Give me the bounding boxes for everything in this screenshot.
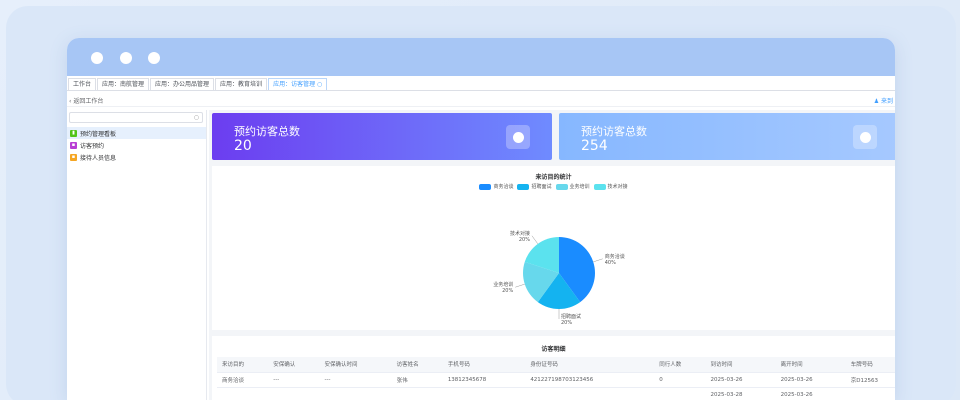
pie-label-line	[593, 258, 603, 263]
tab-bar: 工作台 应用：南航管理 应用：办公用品管理 应用：教育培训 应用：访客管理 ○	[67, 77, 895, 91]
table-cell: 商务洽谈	[217, 372, 269, 388]
table-cell: 2025-03-26	[775, 372, 846, 388]
stat-label: 预约访客总数	[581, 125, 647, 138]
back-label: 返回工作台	[73, 98, 104, 105]
pie-data-label: 20%	[519, 237, 530, 243]
column-header[interactable]: 来访目的	[217, 357, 269, 373]
sidebar: ○ ▮ 预约管理看板 ▪ 访客预约 ▪ 接待人员信息	[67, 110, 207, 400]
visit-purpose-chart-card: 来访目的统计 商务洽谈 招聘面试 业务培训 技术对接 商务洽谈 40% 招聘面试 20% 业务…	[212, 166, 895, 330]
table-cell	[654, 387, 706, 400]
sidebar-item-label: 接待人员信息	[80, 154, 117, 162]
pie-data-label: 招聘面试	[561, 313, 581, 320]
column-header[interactable]: 身份证号码	[525, 357, 655, 373]
pie-label-line	[531, 235, 539, 245]
pie-data-label: 商务洽谈	[605, 253, 625, 260]
pie-label-line	[515, 283, 525, 288]
sidebar-item-label: 预约管理看板	[80, 130, 117, 138]
sidebar-item-reception-staff[interactable]: ▪ 接待人员信息	[67, 151, 206, 163]
window-dot-3	[148, 52, 160, 64]
pie-chart: 商务洽谈40%招聘面试20%业务培训20%技术对接20%	[493, 230, 625, 326]
table-cell: ---	[319, 372, 392, 388]
tab-app-2[interactable]: 应用：办公用品管理	[150, 78, 215, 90]
tab-app-1[interactable]: 应用：南航管理	[97, 78, 150, 90]
sidebar-item-dashboard[interactable]: ▮ 预约管理看板	[67, 127, 206, 139]
table-cell: 421227198703123456	[525, 372, 655, 388]
window-dot-1	[91, 52, 103, 64]
stat-label: 预约访客总数	[234, 125, 300, 138]
search-icon: ○	[193, 114, 199, 121]
pie-data-label: 40%	[605, 260, 616, 266]
table-cell: 京D12563	[845, 372, 895, 388]
column-header[interactable]: 同行人数	[654, 357, 706, 373]
table-cell	[525, 387, 655, 400]
table-cell	[319, 387, 392, 400]
table-cell	[391, 387, 443, 400]
tab-app-3[interactable]: 应用：教育培训	[215, 78, 268, 90]
user-card-icon: ▪	[70, 153, 77, 161]
column-header[interactable]: 车牌号码	[845, 357, 895, 373]
pie-data-label: 20%	[502, 288, 513, 294]
table-cell: 13812345678	[442, 372, 526, 388]
table-cell: 2025-03-26	[705, 372, 776, 388]
chart-icon: ▮	[70, 129, 77, 137]
stat-value: 254	[581, 138, 608, 154]
app-window: 工作台 应用：南航管理 应用：办公用品管理 应用：教育培训 应用：访客管理 ○ …	[67, 38, 895, 400]
column-header[interactable]: 到访时间	[705, 357, 776, 373]
table-cell: 2025-03-26	[775, 387, 846, 400]
stat-value: 20	[234, 138, 252, 154]
stat-badge-icon	[853, 125, 877, 149]
tab-visitor-management[interactable]: 应用：访客管理 ○	[268, 78, 328, 90]
main-content: 预约访客总数 20 预约访客总数 254 来访目的统计 商务洽谈 招聘面试 业务培训…	[209, 110, 895, 400]
column-header[interactable]: 安保确认时间	[319, 357, 392, 373]
table-cell: 2025-03-28	[705, 387, 776, 400]
column-header[interactable]: 离开时间	[775, 357, 846, 373]
pie-data-label: 技术对接	[510, 230, 530, 237]
sidebar-menu: ▮ 预约管理看板 ▪ 访客预约 ▪ 接待人员信息	[67, 127, 206, 163]
tab-workbench[interactable]: 工作台	[68, 78, 97, 90]
table-cell: ---	[268, 372, 320, 388]
table-cell: 0	[654, 372, 706, 388]
table-row[interactable]: 2025-03-28 2025-03-26	[217, 387, 895, 400]
table-cell	[845, 387, 895, 400]
table-title: 访客明细	[541, 346, 566, 353]
column-header[interactable]: 安保确认	[268, 357, 320, 373]
table-row[interactable]: 商务洽谈 --- --- 张伟 13812345678 42122719870312345…	[217, 372, 895, 388]
calendar-icon: ▪	[70, 141, 77, 149]
visitor-table: 来访目的 安保确认 安保确认时间 访客姓名 手机号码 身份证号码 同行人数 到访时间 离开时间车…	[217, 357, 895, 400]
table-cell	[268, 387, 320, 400]
column-header[interactable]: 访客姓名	[391, 357, 443, 373]
window-titlebar	[67, 38, 895, 76]
pie-data-label: 20%	[561, 320, 572, 326]
column-header[interactable]: 手机号码	[442, 357, 526, 373]
user-link[interactable]: ♟ 来到	[874, 96, 893, 105]
table-header-row: 来访目的 安保确认 安保确认时间 访客姓名 手机号码 身份证号码 同行人数 到访时间 离开时间车…	[217, 357, 895, 373]
sidebar-item-visitor-booking[interactable]: ▪ 访客预约	[67, 139, 206, 151]
back-to-workbench-link[interactable]: ‹ 返回工作台	[69, 96, 103, 105]
sidebar-search-input[interactable]: ○	[69, 112, 203, 123]
breadcrumb-row: ‹ 返回工作台 ♟ 来到	[67, 93, 895, 107]
table-cell: 张伟	[391, 372, 443, 388]
stat-badge-icon	[506, 125, 530, 149]
table-cell	[217, 387, 269, 400]
visitor-detail-card: 访客明细 来访目的 安保确认 安保确认时间 访客姓名 手机号码 身份证号码 同行人数 到访时间…	[212, 336, 895, 400]
table-cell	[442, 387, 526, 400]
sidebar-item-label: 访客预约	[80, 142, 105, 150]
stat-card-2: 预约访客总数 254	[559, 113, 895, 160]
pie-data-label: 业务培训	[493, 281, 513, 288]
window-dot-2	[120, 52, 132, 64]
stat-card-1: 预约访客总数 20	[212, 113, 552, 160]
